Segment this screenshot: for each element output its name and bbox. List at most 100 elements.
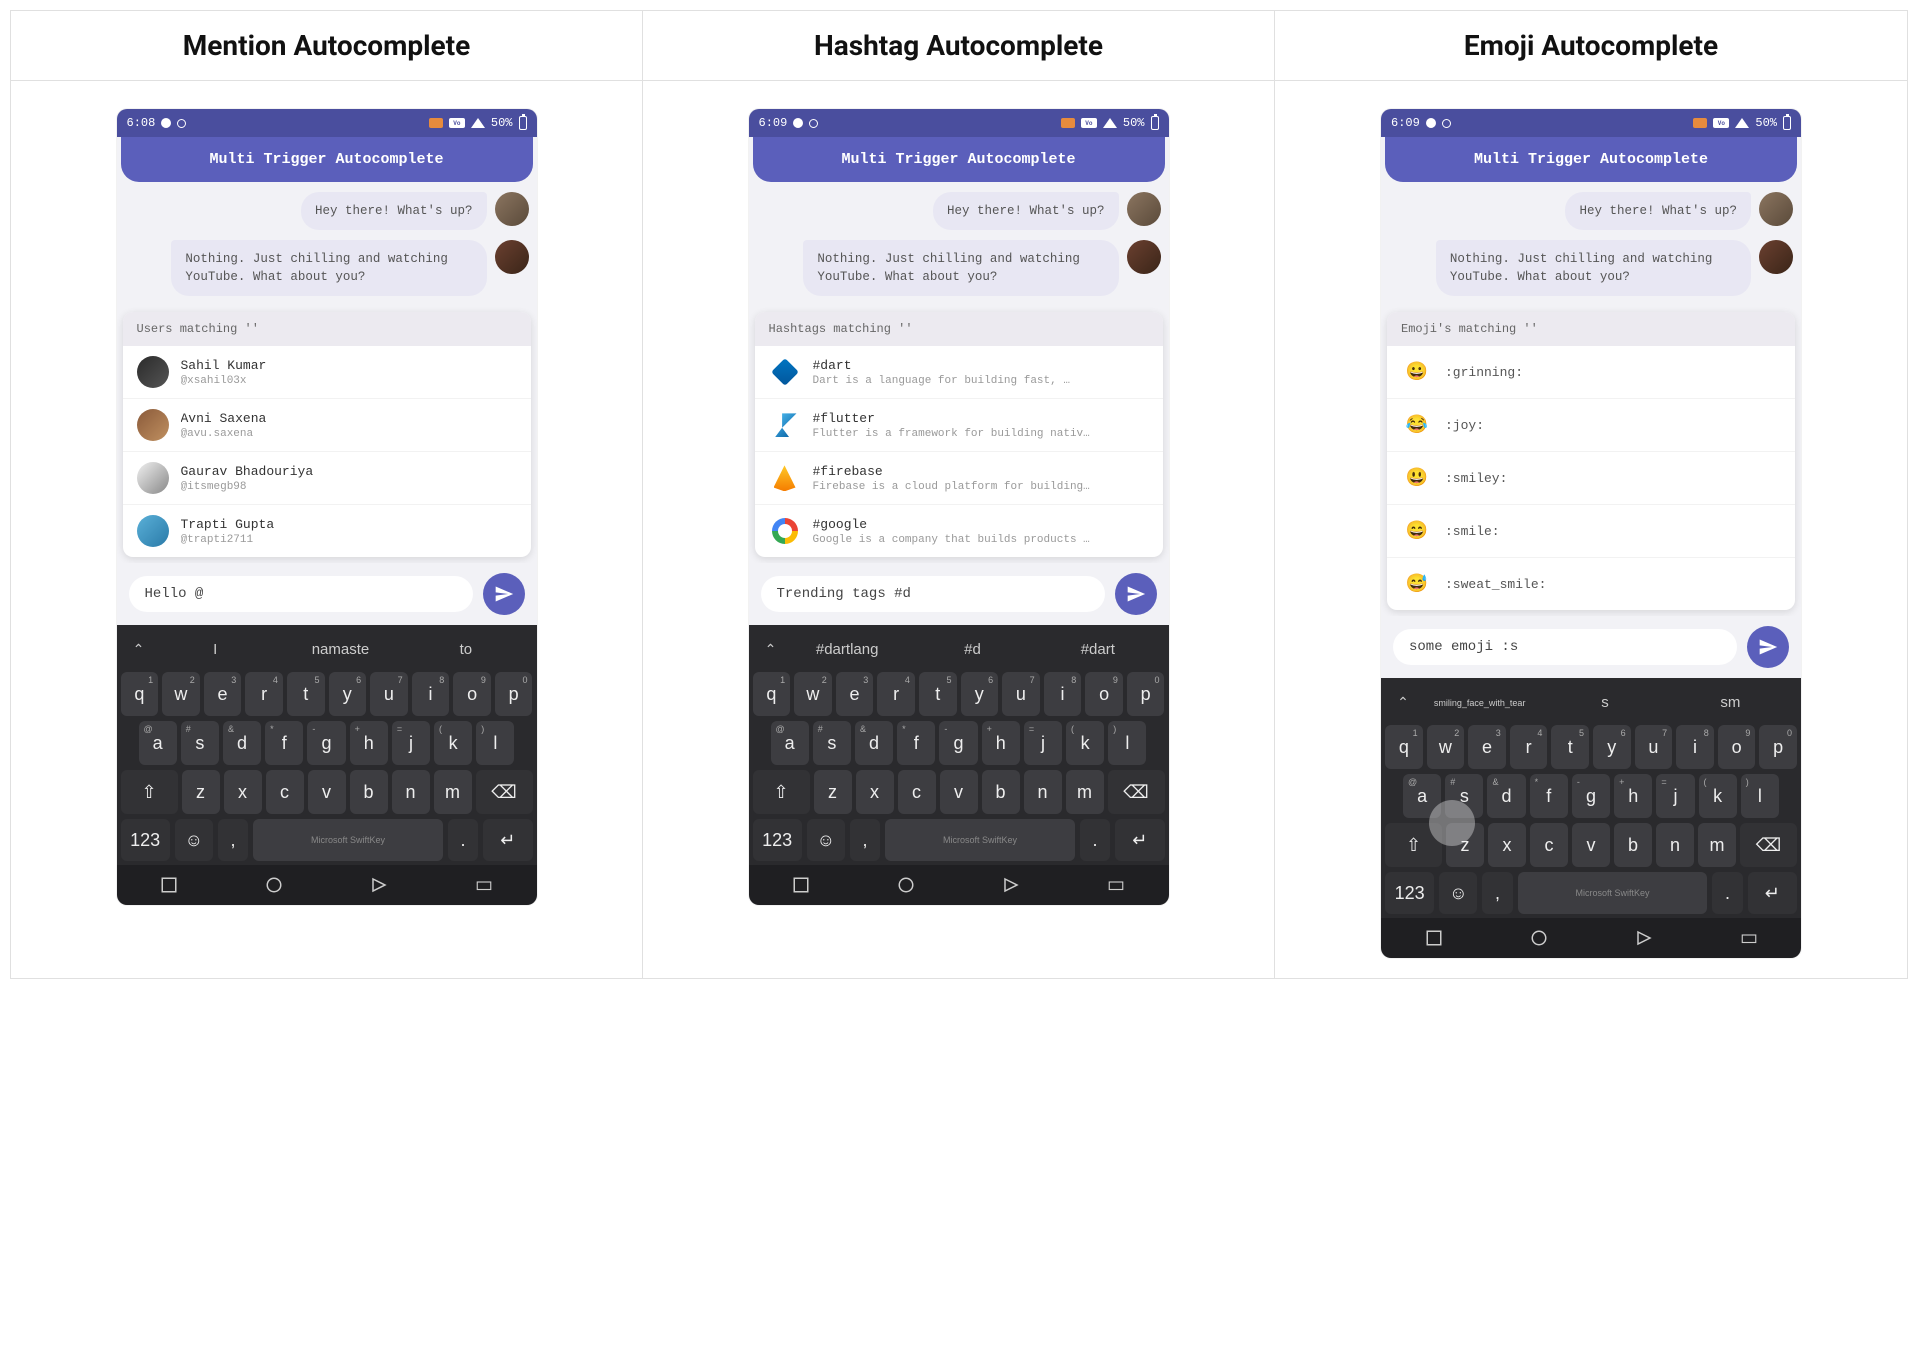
key-d[interactable]: d& xyxy=(855,721,893,765)
key-u[interactable]: u7 xyxy=(1635,725,1673,769)
kb-suggestion[interactable]: namaste xyxy=(282,637,399,662)
nav-back-icon[interactable] xyxy=(792,876,810,894)
key-b[interactable]: b xyxy=(350,770,388,814)
key-q[interactable]: q1 xyxy=(1385,725,1423,769)
key-comma[interactable]: , xyxy=(218,819,248,861)
key-z[interactable]: z xyxy=(814,770,852,814)
key-s[interactable]: s# xyxy=(813,721,851,765)
key-k[interactable]: k( xyxy=(1699,774,1737,818)
key-l[interactable]: l) xyxy=(1108,721,1146,765)
kb-suggestion[interactable]: smiling_face_with_tear xyxy=(1421,694,1538,712)
key-space[interactable]: Microsoft SwiftKey xyxy=(1518,872,1708,914)
key-a[interactable]: a@ xyxy=(1403,774,1441,818)
key-p[interactable]: p0 xyxy=(1759,725,1797,769)
key-q[interactable]: q1 xyxy=(753,672,791,716)
nav-home-icon[interactable] xyxy=(265,876,283,894)
key-q[interactable]: q1 xyxy=(121,672,159,716)
key-t[interactable]: t5 xyxy=(919,672,957,716)
nav-recent-icon[interactable] xyxy=(1635,929,1653,947)
key-space[interactable]: Microsoft SwiftKey xyxy=(253,819,443,861)
key-period[interactable]: . xyxy=(1712,872,1742,914)
key-m[interactable]: m xyxy=(434,770,472,814)
message-input[interactable] xyxy=(761,576,1105,612)
key-i[interactable]: i8 xyxy=(412,672,450,716)
kb-suggestion[interactable]: #dart xyxy=(1039,637,1156,662)
kb-suggestion[interactable]: #d xyxy=(914,637,1031,662)
key-v[interactable]: v xyxy=(1572,823,1610,867)
key-w[interactable]: w2 xyxy=(794,672,832,716)
nav-home-icon[interactable] xyxy=(897,876,915,894)
key-z[interactable]: z xyxy=(1446,823,1484,867)
message-input[interactable] xyxy=(129,576,473,612)
key-shift[interactable]: ⇧ xyxy=(121,770,178,814)
key-d[interactable]: d& xyxy=(223,721,261,765)
emoji-suggestion[interactable]: 😄 :smile: xyxy=(1387,505,1795,558)
key-k[interactable]: k( xyxy=(434,721,472,765)
key-c[interactable]: c xyxy=(266,770,304,814)
key-f[interactable]: f* xyxy=(1530,774,1568,818)
key-w[interactable]: w2 xyxy=(162,672,200,716)
key-e[interactable]: e3 xyxy=(1468,725,1506,769)
key-emoji[interactable]: ☺ xyxy=(1439,872,1477,914)
key-emoji[interactable]: ☺ xyxy=(175,819,213,861)
key-h[interactable]: h+ xyxy=(982,721,1020,765)
key-r[interactable]: r4 xyxy=(1510,725,1548,769)
key-c[interactable]: c xyxy=(1530,823,1568,867)
key-e[interactable]: e3 xyxy=(836,672,874,716)
user-suggestion[interactable]: Sahil Kumar @xsahil03x xyxy=(123,346,531,399)
key-enter[interactable]: ↵ xyxy=(1115,819,1164,861)
key-numbers[interactable]: 123 xyxy=(753,819,802,861)
key-x[interactable]: x xyxy=(224,770,262,814)
expand-suggestions-icon[interactable]: ⌃ xyxy=(1393,694,1413,711)
key-n[interactable]: n xyxy=(1024,770,1062,814)
key-r[interactable]: r4 xyxy=(245,672,283,716)
key-k[interactable]: k( xyxy=(1066,721,1104,765)
key-backspace[interactable]: ⌫ xyxy=(1108,770,1165,814)
key-period[interactable]: . xyxy=(448,819,478,861)
key-v[interactable]: v xyxy=(308,770,346,814)
key-s[interactable]: s# xyxy=(181,721,219,765)
key-g[interactable]: g- xyxy=(939,721,977,765)
key-y[interactable]: y6 xyxy=(329,672,367,716)
kb-suggestion[interactable]: I xyxy=(157,637,274,662)
hashtag-suggestion[interactable]: #google Google is a company that builds … xyxy=(755,505,1163,557)
key-g[interactable]: g- xyxy=(307,721,345,765)
key-backspace[interactable]: ⌫ xyxy=(1740,823,1797,867)
expand-suggestions-icon[interactable]: ⌃ xyxy=(129,641,149,658)
key-space[interactable]: Microsoft SwiftKey xyxy=(885,819,1075,861)
user-suggestion[interactable]: Trapti Gupta @trapti2711 xyxy=(123,505,531,557)
key-t[interactable]: t5 xyxy=(287,672,325,716)
user-suggestion[interactable]: Avni Saxena @avu.saxena xyxy=(123,399,531,452)
key-i[interactable]: i8 xyxy=(1044,672,1082,716)
key-enter[interactable]: ↵ xyxy=(483,819,532,861)
key-s[interactable]: s# xyxy=(1445,774,1483,818)
key-a[interactable]: a@ xyxy=(771,721,809,765)
key-m[interactable]: m xyxy=(1066,770,1104,814)
key-a[interactable]: a@ xyxy=(139,721,177,765)
key-p[interactable]: p0 xyxy=(495,672,533,716)
key-j[interactable]: j= xyxy=(1024,721,1062,765)
key-e[interactable]: e3 xyxy=(204,672,242,716)
key-d[interactable]: d& xyxy=(1487,774,1525,818)
nav-back-icon[interactable] xyxy=(1425,929,1443,947)
key-o[interactable]: o9 xyxy=(1085,672,1123,716)
emoji-suggestion[interactable]: 😂 :joy: xyxy=(1387,399,1795,452)
key-h[interactable]: h+ xyxy=(1614,774,1652,818)
key-t[interactable]: t5 xyxy=(1551,725,1589,769)
key-c[interactable]: c xyxy=(898,770,936,814)
expand-suggestions-icon[interactable]: ⌃ xyxy=(761,641,781,658)
key-comma[interactable]: , xyxy=(1482,872,1512,914)
key-z[interactable]: z xyxy=(182,770,220,814)
nav-keyboard-icon[interactable] xyxy=(475,876,493,894)
key-f[interactable]: f* xyxy=(897,721,935,765)
emoji-suggestion[interactable]: 😅 :sweat_smile: xyxy=(1387,558,1795,610)
kb-suggestion[interactable]: to xyxy=(407,637,524,662)
nav-home-icon[interactable] xyxy=(1530,929,1548,947)
key-numbers[interactable]: 123 xyxy=(121,819,170,861)
nav-recent-icon[interactable] xyxy=(370,876,388,894)
key-g[interactable]: g- xyxy=(1572,774,1610,818)
nav-keyboard-icon[interactable] xyxy=(1740,929,1758,947)
message-input[interactable] xyxy=(1393,629,1737,665)
key-o[interactable]: o9 xyxy=(453,672,491,716)
nav-back-icon[interactable] xyxy=(160,876,178,894)
